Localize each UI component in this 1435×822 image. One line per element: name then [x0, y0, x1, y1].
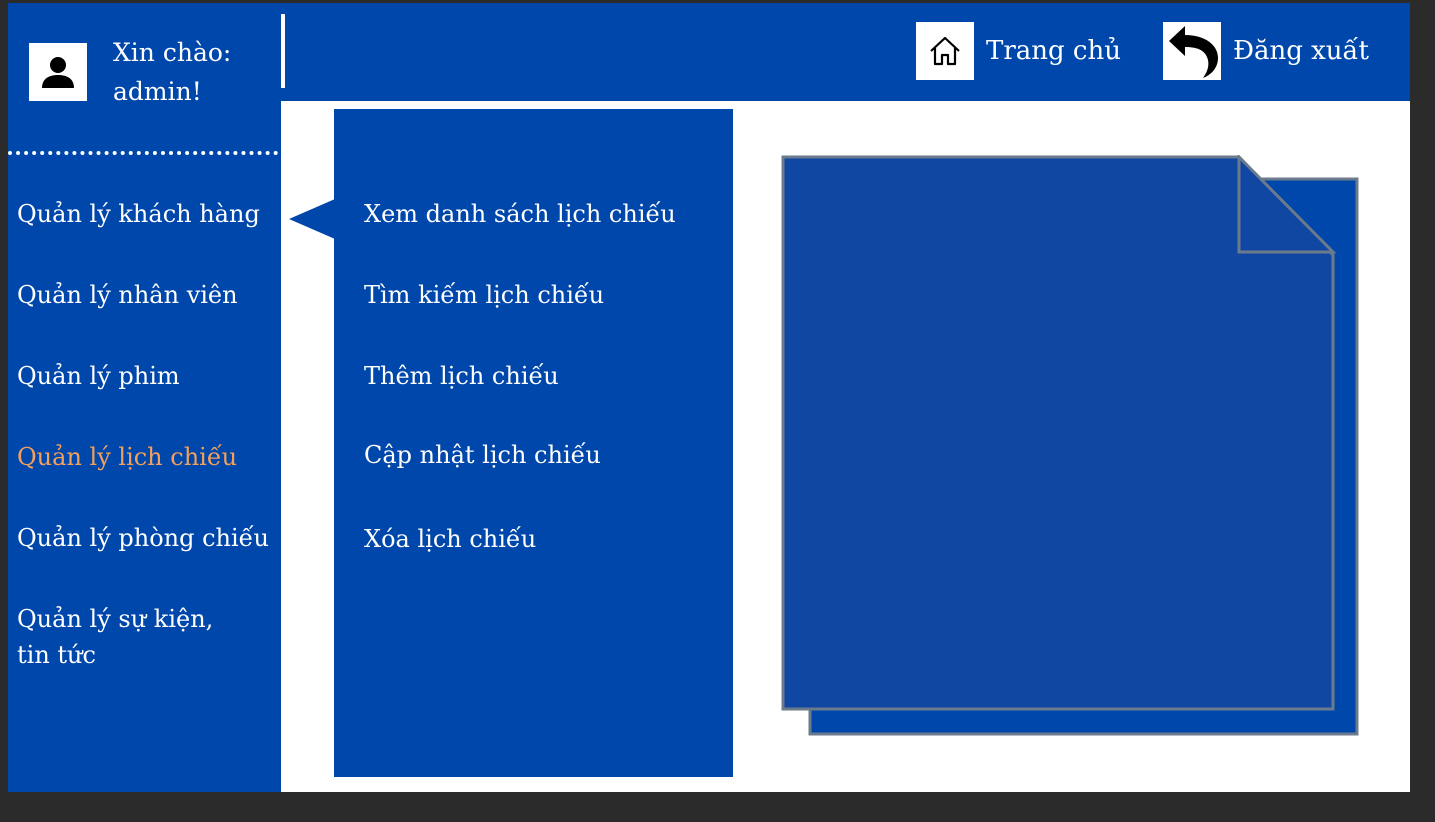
header-divider	[281, 14, 285, 88]
sidebar-item-showtimes[interactable]: Quản lý lịch chiếu	[17, 439, 279, 475]
avatar	[29, 43, 87, 101]
submenu-item-delete[interactable]: Xóa lịch chiếu	[364, 521, 536, 557]
sidebar-item-label: Quản lý sự kiện,	[17, 605, 214, 633]
submenu-item-add[interactable]: Thêm lịch chiếu	[364, 358, 559, 394]
logout-label: Đăng xuất	[1233, 36, 1369, 66]
submenu-item-update[interactable]: Cập nhật lịch chiếu	[364, 437, 601, 473]
submenu-item-view-list[interactable]: Xem danh sách lịch chiếu	[364, 196, 676, 232]
username: admin!	[113, 77, 202, 106]
app-frame: Xin chào: admin! Quản lý khách hàng Quản…	[8, 3, 1410, 792]
sidebar-item-rooms[interactable]: Quản lý phòng chiếu	[17, 520, 279, 556]
home-button[interactable]: Trang chủ	[916, 22, 1121, 80]
showtime-submenu: Xem danh sách lịch chiếu Tìm kiếm lịch c…	[334, 109, 733, 777]
greeting: Xin chào: admin!	[113, 33, 273, 111]
sidebar-item-employees[interactable]: Quản lý nhân viên	[17, 277, 279, 313]
sidebar: Xin chào: admin! Quản lý khách hàng Quản…	[8, 3, 281, 792]
home-label: Trang chủ	[986, 36, 1121, 66]
home-icon-box	[916, 22, 974, 80]
sidebar-item-label: tin tức	[17, 641, 96, 669]
greeting-label: Xin chào:	[113, 38, 232, 67]
home-icon	[930, 36, 960, 66]
submenu-pointer	[289, 199, 335, 239]
sidebar-item-customers[interactable]: Quản lý khách hàng	[17, 196, 279, 232]
sidebar-item-movies[interactable]: Quản lý phim	[17, 358, 279, 394]
user-icon	[42, 57, 74, 88]
undo-arrow-icon	[1169, 26, 1218, 78]
logout-button[interactable]: Đăng xuất	[1163, 22, 1369, 80]
document-placeholder	[781, 155, 1359, 736]
submenu-item-search[interactable]: Tìm kiếm lịch chiếu	[364, 277, 604, 313]
logout-icon-box	[1163, 22, 1221, 80]
sidebar-item-events-news[interactable]: Quản lý sự kiện, tin tức	[17, 601, 279, 673]
sidebar-divider	[8, 151, 278, 155]
